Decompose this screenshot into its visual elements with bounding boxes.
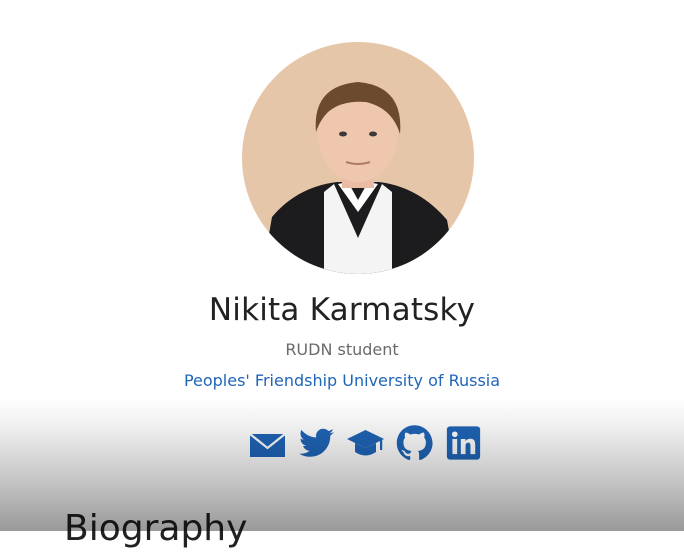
social-links bbox=[248, 424, 483, 462]
organization-link[interactable]: Peoples' Friendship University of Russia bbox=[184, 371, 500, 390]
graduation-cap-icon bbox=[347, 430, 384, 456]
profile-role: RUDN student bbox=[285, 340, 399, 359]
linkedin-link[interactable] bbox=[444, 424, 483, 462]
twitter-icon bbox=[299, 428, 334, 457]
profile-name: Nikita Karmatsky bbox=[208, 292, 476, 328]
twitter-link[interactable] bbox=[297, 424, 336, 462]
profile-page: Nikita Karmatsky RUDN student Peoples' F… bbox=[0, 0, 684, 549]
scholar-link[interactable] bbox=[346, 424, 385, 462]
github-icon bbox=[396, 425, 433, 460]
github-link[interactable] bbox=[395, 424, 434, 462]
envelope-icon bbox=[249, 433, 286, 457]
linkedin-icon bbox=[446, 426, 481, 460]
section-heading: Biography bbox=[64, 508, 248, 549]
profile-photo bbox=[242, 42, 474, 274]
organization: Peoples' Friendship University of Russia bbox=[0, 370, 684, 392]
email-link[interactable] bbox=[248, 424, 287, 462]
avatar bbox=[242, 42, 474, 274]
